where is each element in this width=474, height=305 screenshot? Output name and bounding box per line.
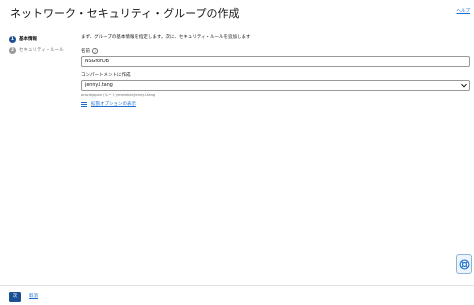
step-label: セキュリティ・ルール xyxy=(19,48,64,53)
cancel-link[interactable]: 取消 xyxy=(29,292,38,302)
help-link[interactable]: ヘルプ xyxy=(457,8,471,14)
intro-text: まず、グループの基本情報を指定します。次に、セキュリティ・ルールを追加します xyxy=(81,35,251,40)
step-security-rules[interactable]: 2 セキュリティ・ルール xyxy=(9,45,64,55)
name-label: 名前 xyxy=(81,49,90,54)
compartment-select[interactable]: jenny.l.tang xyxy=(81,80,470,91)
advanced-options-label: 拡張オプションの表示 xyxy=(91,102,136,107)
compartment-value: jenny.l.tang xyxy=(85,83,113,88)
next-button[interactable]: 次 xyxy=(9,292,21,302)
step-basic-info[interactable]: 1 基本情報 xyxy=(9,34,64,44)
wizard-steps: 1 基本情報 2 セキュリティ・ルール xyxy=(9,34,64,56)
page-title: ネットワーク・セキュリティ・グループの作成 xyxy=(10,7,240,20)
advanced-options-link[interactable]: 拡張オプションの表示 xyxy=(81,101,136,107)
step-number: 1 xyxy=(9,35,16,43)
name-input[interactable] xyxy=(81,56,470,67)
info-icon[interactable]: i xyxy=(92,48,98,54)
footer-divider xyxy=(0,285,474,286)
compartment-label-text: コンパートメントに作成 xyxy=(81,73,131,78)
name-label-row: 名前 i xyxy=(81,48,98,54)
compartment-path: oraclejapan (ルート)/member/jenny.l.tang xyxy=(81,93,156,97)
help-widget-button[interactable] xyxy=(456,254,472,274)
lifebuoy-icon xyxy=(459,259,469,269)
sliders-icon xyxy=(81,101,87,107)
step-label: 基本情報 xyxy=(19,37,37,42)
compartment-label: コンパートメントに作成 xyxy=(81,72,131,78)
chevron-down-icon xyxy=(461,81,467,88)
step-number: 2 xyxy=(9,46,16,54)
